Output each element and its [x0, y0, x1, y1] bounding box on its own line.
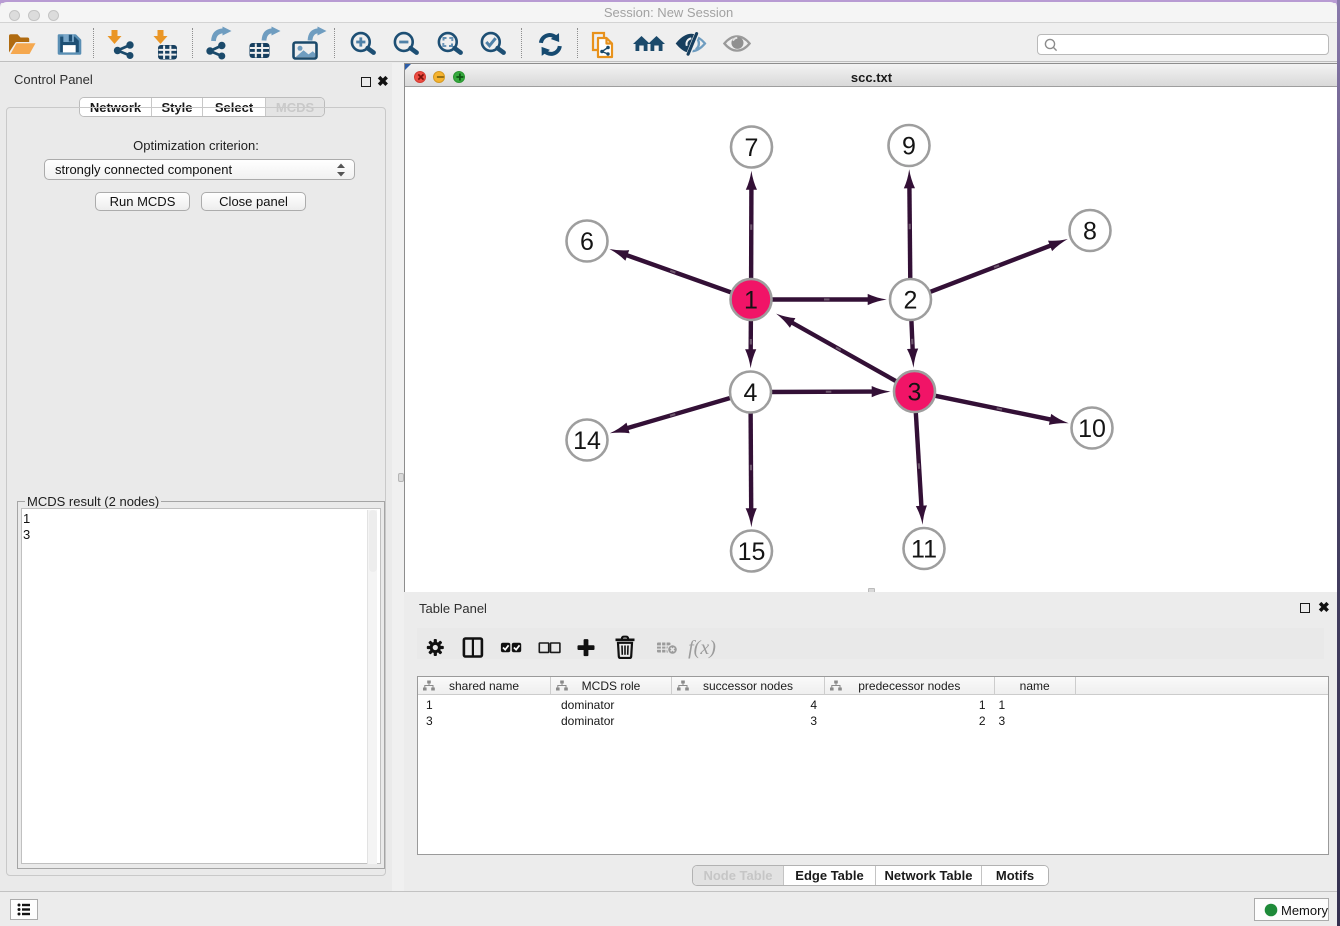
svg-text:10: 10 — [1078, 415, 1106, 443]
svg-text:1: 1 — [744, 287, 758, 315]
svg-text:8: 8 — [1083, 218, 1097, 246]
svg-text:6: 6 — [580, 228, 594, 256]
svg-text:3: 3 — [908, 379, 922, 407]
svg-text:14: 14 — [573, 427, 601, 455]
svg-text:7: 7 — [745, 134, 759, 162]
svg-text:2: 2 — [904, 287, 918, 315]
svg-text:11: 11 — [911, 536, 937, 564]
svg-text:15: 15 — [738, 538, 766, 566]
svg-text:f(x): f(x) — [688, 637, 716, 659]
svg-text:4: 4 — [744, 379, 758, 407]
svg-text:9: 9 — [902, 133, 916, 161]
